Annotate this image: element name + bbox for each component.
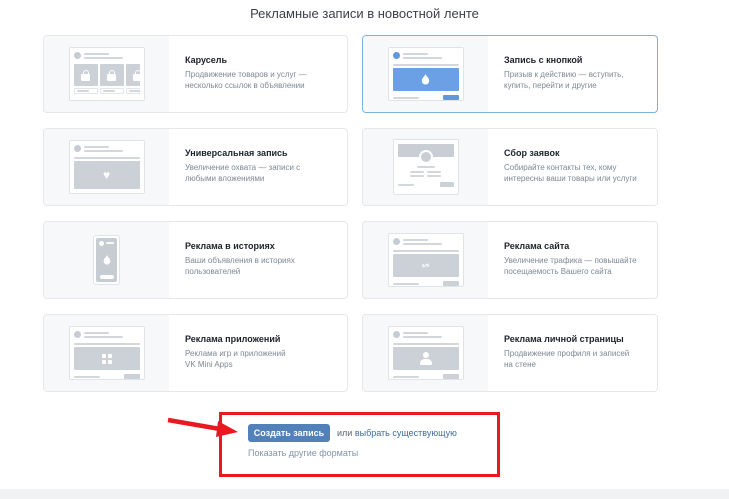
ad-format-picker-screen: Рекламные записи в новостной ленте [0,0,729,499]
annotation-rectangle [219,412,500,477]
avatar [74,52,81,59]
card-carousel[interactable]: Карусель Продвижение товаров и услуг — н… [43,35,348,113]
card-title: Универсальная запись [185,148,337,158]
avatar [393,331,400,338]
personal-page-thumbnail [363,315,488,391]
card-description: Увеличение охвата — записи с любыми влож… [185,163,337,184]
mini-button [124,374,140,379]
card-lead-forms[interactable]: Сбор заявок Собирайте контакты тех, кому… [362,128,658,206]
card-title: Реклама в историях [185,241,337,251]
card-post-with-button[interactable]: Запись с кнопкой Призыв к действию — вст… [362,35,658,113]
link-icon [419,259,432,272]
mini-button [440,182,454,187]
card-title: Реклама личной страницы [504,334,647,344]
card-personal-page-ads[interactable]: Реклама личной страницы Продвижение проф… [362,314,658,392]
card-description: Реклама игр и приложений VK Mini Apps [185,349,337,370]
card-app-ads[interactable]: Реклама приложений Реклама игр и приложе… [43,314,348,392]
create-post-button[interactable]: Создать запись [248,424,330,442]
lead-form-thumbnail [363,129,488,205]
lock-icon [133,74,140,81]
ad-format-grid: Карусель Продвижение товаров и услуг — н… [43,35,658,392]
or-choose-existing: или выбрать существующую [337,424,457,442]
card-description: Призыв к действию — вступить, купить, пе… [504,70,647,91]
card-description: Продвижение профиля и записей на стене [504,349,647,370]
card-description: Продвижение товаров и услуг — несколько … [185,70,337,91]
app-ad-thumbnail [44,315,169,391]
card-title: Сбор заявок [504,148,647,158]
avatar [74,145,81,152]
card-title: Реклама сайта [504,241,647,251]
or-text: или [337,428,352,438]
mini-button [100,275,114,279]
avatar [393,238,400,245]
heart-icon: ♥ [103,169,110,181]
choose-existing-link[interactable]: выбрать существующую [355,428,457,438]
site-ad-thumbnail [363,222,488,298]
mini-button [443,281,459,286]
card-description: Увеличение трафика — повышайте посещаемо… [504,256,647,277]
mini-button [443,374,459,379]
person-icon [419,352,433,365]
mini-button [443,95,459,100]
show-other-formats-link[interactable]: Показать другие форматы [248,448,358,458]
carousel-thumbnail [44,36,169,112]
card-site-ads[interactable]: Реклама сайта Увеличение трафика — повыш… [362,221,658,299]
flame-icon [420,73,431,86]
card-title: Карусель [185,55,337,65]
card-title: Реклама приложений [185,334,337,344]
apps-grid-icon [102,354,112,364]
annotation-arrow-icon [158,412,246,442]
footer-strip [0,489,729,499]
card-description: Собирайте контакты тех, кому интересны в… [504,163,647,184]
avatar [74,331,81,338]
stories-thumbnail [44,222,169,298]
lock-icon [81,74,90,81]
avatar [99,241,104,246]
universal-post-thumbnail: ♥ [44,129,169,205]
card-universal-post[interactable]: ♥ Универсальная запись Увеличение охвата… [43,128,348,206]
page-title: Рекламные записи в новостной ленте [0,6,729,21]
lock-icon [107,74,116,81]
avatar [393,52,400,59]
card-description: Ваши объявления в историях пользователей [185,256,337,277]
card-stories-ads[interactable]: Реклама в историях Ваши объявления в ист… [43,221,348,299]
card-title: Запись с кнопкой [504,55,647,65]
flame-icon [102,254,112,266]
avatar [419,150,433,164]
post-with-button-thumbnail [363,36,488,112]
